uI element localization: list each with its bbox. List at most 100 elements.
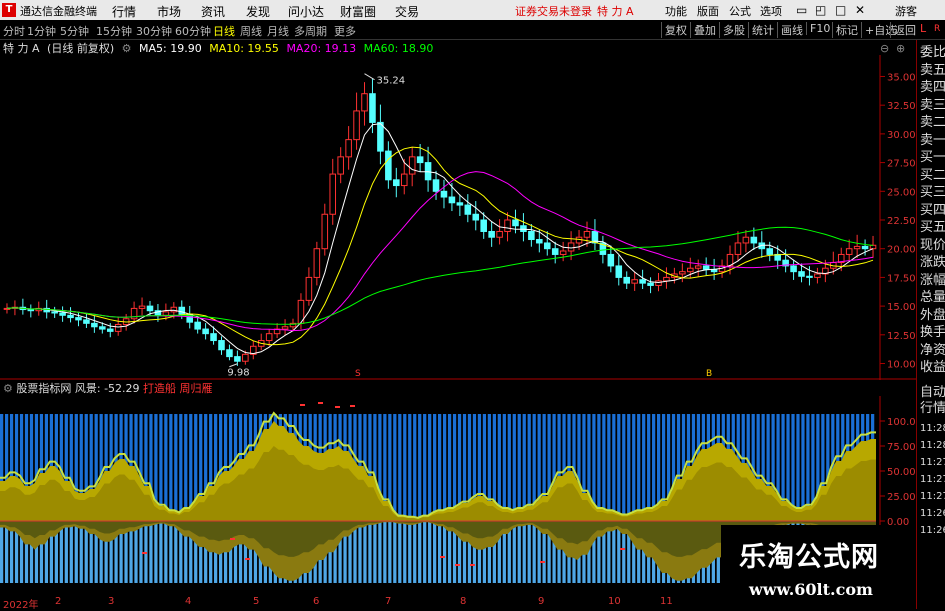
- chart-expand-icon[interactable]: ⊕: [896, 42, 905, 55]
- price-tick-label: 35.00: [887, 72, 916, 83]
- indicator-blue-bar: [627, 414, 631, 521]
- side-item-label[interactable]: 换手: [920, 326, 945, 340]
- candle-body: [869, 244, 877, 250]
- menu-faxian[interactable]: 发现: [246, 3, 270, 20]
- tool-fanhui[interactable]: 返回: [890, 22, 916, 38]
- menu-xuanxiang[interactable]: 选项: [760, 3, 782, 19]
- maximize-icon[interactable]: □: [835, 3, 846, 17]
- indicator-blue-bar: [617, 414, 621, 521]
- side-item-label[interactable]: 收益: [920, 361, 945, 375]
- candle-body: [551, 248, 559, 255]
- side-item-label[interactable]: 净资: [920, 343, 945, 358]
- side-item-label[interactable]: 涨幅: [920, 273, 945, 288]
- guest-label[interactable]: 游客: [895, 3, 917, 19]
- candle-body: [146, 305, 154, 312]
- candle-body: [504, 219, 511, 232]
- side-time-label: 11:26: [920, 508, 945, 519]
- menu-gongshi[interactable]: 公式: [729, 3, 751, 19]
- period-more[interactable]: 更多: [334, 23, 356, 39]
- indicator-blue-bar: [433, 414, 437, 521]
- indicator-blue-bar: [413, 414, 417, 521]
- side-item-label[interactable]: 卖五: [920, 63, 945, 78]
- candle-body: [67, 314, 74, 319]
- indicator-blue-bar: [647, 414, 651, 521]
- period-multi[interactable]: 多周期: [294, 23, 327, 39]
- period-1min[interactable]: 1分钟: [27, 23, 56, 39]
- side-lower-label[interactable]: 自动: [920, 386, 945, 400]
- candle-body: [432, 179, 440, 192]
- side-item-label[interactable]: 买五: [920, 221, 945, 235]
- candle-body: [814, 273, 821, 278]
- candle-body: [528, 230, 535, 241]
- period-15min[interactable]: 15分钟: [96, 23, 132, 39]
- candle-body: [663, 276, 670, 282]
- tool-diejia[interactable]: 叠加: [690, 22, 716, 38]
- indicator-blue-bar: [652, 414, 656, 521]
- side-item-label[interactable]: 买三: [920, 186, 945, 200]
- side-item-label[interactable]: 买二: [920, 168, 945, 183]
- indicator-lower-bar: [517, 521, 521, 583]
- candle-body: [377, 121, 384, 152]
- side-item-label[interactable]: 委比: [920, 46, 945, 60]
- chart-close-icon[interactable]: ⊖: [880, 42, 889, 55]
- menu-caifuquan[interactable]: 财富圈: [340, 3, 376, 20]
- candle-body: [218, 340, 225, 351]
- menu-shichang[interactable]: 市场: [157, 3, 181, 20]
- indicator-lower-bar: [433, 521, 437, 583]
- indicator-settings-icon[interactable]: ⚙: [3, 382, 13, 395]
- period-30min[interactable]: 30分钟: [136, 23, 172, 39]
- side-item-label[interactable]: 买一: [920, 151, 945, 165]
- period-fenshi[interactable]: 分时: [3, 23, 25, 39]
- indicator-lower-bar: [358, 521, 362, 583]
- side-item-label[interactable]: 现价: [920, 238, 945, 253]
- tool-duogu[interactable]: 多股: [719, 22, 745, 38]
- period-weekly[interactable]: 周线: [240, 23, 262, 39]
- period-monthly[interactable]: 月线: [267, 23, 289, 39]
- tool-huaxian[interactable]: 画线: [777, 22, 803, 38]
- side-item-label[interactable]: 买四: [920, 203, 945, 218]
- candlestick-chart[interactable]: 35.00 32.50 30.00 27.50 25.00 22.50 20.00 17.50…: [0, 55, 916, 380]
- indicator-tick-label: 100.0: [887, 417, 916, 428]
- tool-biaoji[interactable]: 标记: [832, 22, 858, 38]
- candle-body: [385, 150, 392, 181]
- period-5min[interactable]: 5分钟: [60, 23, 89, 39]
- candle-body: [393, 179, 400, 187]
- side-item-label[interactable]: 卖三: [920, 98, 945, 113]
- side-item-label[interactable]: 卖四: [920, 81, 945, 95]
- tool-f10[interactable]: F10: [806, 22, 830, 35]
- indicator-blue-bar: [403, 414, 407, 521]
- minimize-icon[interactable]: ▭: [796, 3, 807, 17]
- side-item-label[interactable]: 卖二: [920, 116, 945, 130]
- candle-body: [845, 248, 853, 255]
- period-daily[interactable]: 日线: [213, 23, 235, 39]
- indicator-lower-bar: [527, 521, 531, 583]
- side-item-label[interactable]: 卖一: [920, 133, 945, 148]
- side-item-label[interactable]: 总量: [920, 291, 945, 305]
- close-icon[interactable]: ✕: [855, 3, 865, 17]
- settings-icon[interactable]: ⚙: [122, 42, 132, 55]
- side-item-label[interactable]: 涨跌: [920, 256, 945, 270]
- menu-gongneng[interactable]: 功能: [665, 3, 687, 19]
- side-r-label[interactable]: R: [934, 22, 940, 36]
- menu-jiaoyi[interactable]: 交易: [395, 3, 419, 20]
- candle-body: [631, 279, 638, 284]
- login-status[interactable]: 证券交易未登录: [515, 3, 592, 19]
- candle-body: [472, 213, 480, 221]
- tool-tongji[interactable]: 统计: [748, 22, 774, 38]
- menu-wenxiaoda[interactable]: 问小达: [288, 3, 324, 20]
- side-lower-label[interactable]: 行情: [920, 402, 945, 416]
- tool-fuquan[interactable]: 复权: [661, 22, 687, 38]
- menu-hangqing[interactable]: 行情: [112, 3, 136, 20]
- period-60min[interactable]: 60分钟: [175, 23, 211, 39]
- price-tick-label: 20.00: [887, 245, 916, 256]
- watermark-url: www.60lt.com: [749, 580, 873, 599]
- app-logo-icon: T: [2, 3, 16, 17]
- side-l-label[interactable]: L: [920, 22, 926, 36]
- menu-banmian[interactable]: 版面: [697, 3, 719, 19]
- side-item-label[interactable]: 外盘: [920, 308, 945, 323]
- xaxis-label: 3: [108, 596, 115, 607]
- restore-icon[interactable]: ◰: [815, 3, 826, 17]
- menu-zixun[interactable]: 资讯: [201, 3, 225, 20]
- indicator-blue-bar: [398, 414, 402, 521]
- candle-body: [607, 253, 615, 267]
